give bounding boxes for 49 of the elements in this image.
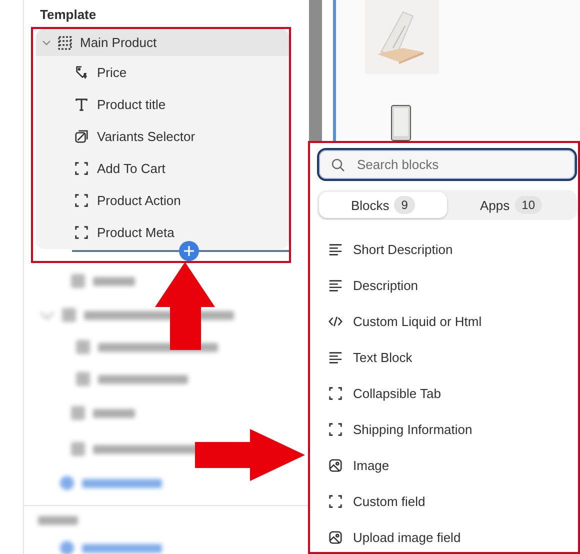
block-label: Text Block — [353, 350, 412, 364]
code-icon — [328, 314, 343, 328]
block-label: Variants Selector — [97, 128, 196, 144]
text-lines-icon — [328, 350, 343, 364]
section-title: Main Product — [80, 35, 157, 50]
block-option[interactable]: Description — [317, 267, 578, 303]
section-row[interactable]: Main Product — [36, 29, 289, 56]
block-option[interactable]: Custom Liquid or Html — [317, 303, 578, 339]
block-row[interactable]: Variants Selector — [36, 120, 289, 152]
tab[interactable]: Apps 10 — [447, 192, 575, 218]
block-label: Shipping Information — [353, 422, 472, 436]
block-option[interactable]: Custom field — [317, 483, 578, 519]
image-icon — [328, 530, 343, 544]
block-label: Product title — [97, 96, 166, 112]
block-option[interactable]: Image — [317, 447, 578, 483]
search-field[interactable]: Search blocks — [317, 148, 577, 181]
search-icon — [331, 158, 345, 172]
block-row[interactable]: Product title — [36, 88, 289, 120]
block-row[interactable]: Product Action — [36, 184, 289, 216]
block-option[interactable]: Collapsible Tab — [317, 375, 578, 411]
block-label: Custom field — [353, 494, 426, 508]
block-label: Custom Liquid or Html — [353, 314, 482, 328]
image-icon — [328, 458, 343, 472]
text-t-icon — [74, 96, 89, 112]
block-row[interactable]: Product Meta — [36, 216, 289, 248]
block-option[interactable]: Shipping Information — [317, 411, 578, 447]
block-label: Collapsible Tab — [353, 386, 441, 400]
block-label: Image — [353, 458, 390, 472]
price-tag-icon — [74, 64, 89, 80]
block-row[interactable]: Add To Cart — [36, 152, 289, 184]
block-option[interactable]: Upload image field — [317, 519, 578, 554]
block-label: Description — [353, 278, 418, 292]
text-lines-icon — [328, 242, 343, 256]
block-row[interactable]: Price — [36, 56, 289, 88]
text-lines-icon — [328, 278, 343, 292]
block-label: Product Action — [97, 192, 181, 208]
block-label: Add To Cart — [97, 160, 166, 176]
block-label: Upload image field — [353, 530, 461, 544]
section-heading: Template — [40, 6, 98, 24]
block-option[interactable]: Text Block — [317, 339, 578, 375]
block-label: Short Description — [353, 242, 453, 256]
section-icon — [57, 34, 73, 50]
block-label: Product Meta — [97, 224, 174, 240]
tab[interactable]: Blocks 9 — [319, 192, 447, 218]
blurred-row — [38, 513, 78, 527]
block-option[interactable]: Short Description — [317, 231, 578, 267]
block-label: Price — [97, 64, 127, 80]
square-slash-icon — [74, 128, 89, 144]
add-block-button[interactable] — [179, 241, 199, 261]
